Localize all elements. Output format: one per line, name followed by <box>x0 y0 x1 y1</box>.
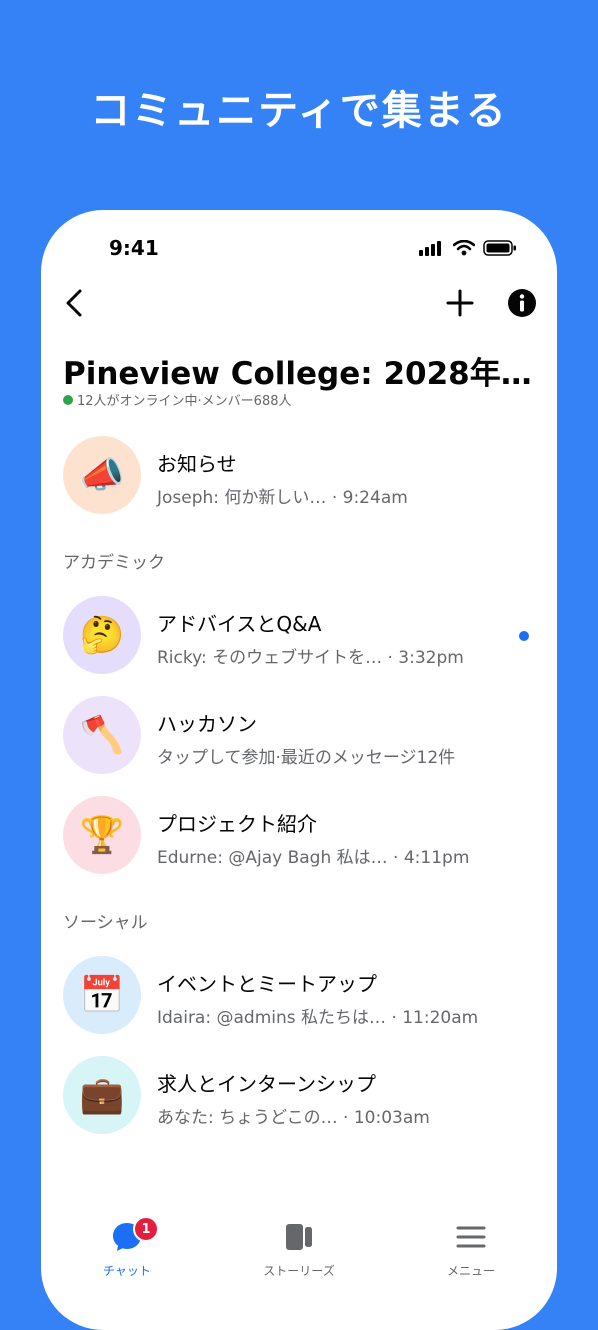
tab-label: ストーリーズ <box>263 1264 335 1278</box>
unread-badge: 1 <box>133 1216 159 1242</box>
megaphone-icon: 📣 <box>63 436 141 514</box>
axe-icon: 🪓 <box>63 696 141 774</box>
chat-row-jobs[interactable]: 💼 求人とインターンシップ あなた: ちょうどこの… · 10:03am <box>63 1056 533 1136</box>
chat-preview: Joseph: 何か新しい… · 9:24am <box>157 488 408 508</box>
chevron-left-icon <box>66 289 82 317</box>
status-icons <box>419 240 517 256</box>
unread-dot-icon <box>519 631 529 641</box>
status-time: 9:41 <box>109 236 159 260</box>
battery-icon <box>483 240 516 256</box>
trophy-icon: 🏆 <box>63 796 141 874</box>
chat-title: イベントとミートアップ <box>157 972 377 996</box>
chat-row-events[interactable]: 📅 イベントとミートアップ Idaira: @admins 私たちは… · 11… <box>63 956 533 1036</box>
nav-bar <box>41 284 557 324</box>
thinking-face-icon: 🤔 <box>63 596 141 674</box>
back-button[interactable] <box>63 288 85 322</box>
wifi-icon <box>453 240 475 256</box>
tab-label: チャット <box>103 1264 151 1278</box>
signal-icon <box>419 241 441 256</box>
info-icon <box>508 289 536 317</box>
chat-title: お知らせ <box>157 452 237 476</box>
chat-title: プロジェクト紹介 <box>157 812 317 836</box>
menu-icon <box>456 1226 486 1248</box>
chat-preview: Edurne: @Ajay Bagh 私は… · 4:11pm <box>157 848 470 868</box>
tab-menu[interactable]: メニュー <box>411 1220 531 1279</box>
phone-frame: 9:41 Pineview College: 2028年… 12人がオンライン中… <box>41 210 557 1330</box>
chat-title: 求人とインターンシップ <box>157 1072 376 1096</box>
chat-preview: あなた: ちょうどこの… · 10:03am <box>157 1108 430 1128</box>
plus-icon <box>446 289 474 317</box>
tab-bar: 1 チャット ストーリーズ メニュー <box>41 1216 557 1300</box>
tab-label: メニュー <box>446 1264 495 1278</box>
online-dot-icon <box>63 394 73 405</box>
chat-row-hackathon[interactable]: 🪓 ハッカソン タップして参加·最近のメッセージ12件 <box>63 696 533 776</box>
community-subtitle: 12人がオンライン中·メンバー688人 <box>63 390 292 409</box>
chat-preview: Idaira: @admins 私たちは… · 11:20am <box>157 1008 479 1028</box>
tab-chats[interactable]: 1 チャット <box>67 1216 187 1279</box>
headline: コミュニティで集まる <box>90 88 508 134</box>
info-button[interactable] <box>507 288 537 322</box>
status-bar: 9:41 <box>41 236 557 266</box>
chat-row-announcements[interactable]: 📣 お知らせ Joseph: 何か新しい… · 9:24am <box>63 436 533 516</box>
add-button[interactable] <box>445 288 475 322</box>
chat-preview: Ricky: そのウェブサイトを… · 3:32pm <box>157 648 464 668</box>
community-subtitle-text: 12人がオンライン中·メンバー688人 <box>77 394 292 409</box>
section-label-academic: アカデミック <box>63 553 165 573</box>
calendar-icon: 📅 <box>63 956 141 1034</box>
tab-stories[interactable]: ストーリーズ <box>239 1220 359 1279</box>
stories-icon <box>286 1224 312 1250</box>
section-label-social: ソーシャル <box>63 913 148 933</box>
chat-row-projects[interactable]: 🏆 プロジェクト紹介 Edurne: @Ajay Bagh 私は… · 4:11… <box>63 796 533 876</box>
chat-row-advice-qa[interactable]: 🤔 アドバイスとQ&A Ricky: そのウェブサイトを… · 3:32pm <box>63 596 533 676</box>
briefcase-icon: 💼 <box>63 1056 141 1134</box>
chat-preview: タップして参加·最近のメッセージ12件 <box>157 748 456 768</box>
community-title[interactable]: Pineview College: 2028年… <box>63 348 533 393</box>
chat-title: ハッカソン <box>157 712 257 736</box>
chat-title: アドバイスとQ&A <box>157 612 322 636</box>
